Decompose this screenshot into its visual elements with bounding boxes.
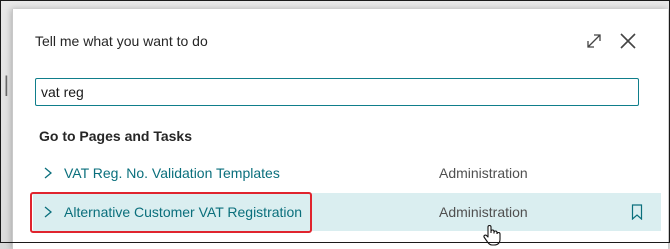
- result-category: Administration: [439, 204, 528, 220]
- result-category: Administration: [439, 165, 528, 181]
- expand-icon: [587, 34, 601, 48]
- close-button[interactable]: [615, 28, 641, 54]
- section-heading: Go to Pages and Tasks: [39, 128, 193, 144]
- result-row-alternative-customer-vat-registration[interactable]: Alternative Customer VAT Registration Ad…: [33, 193, 661, 231]
- chevron-right-icon: [41, 166, 55, 180]
- bookmark-icon[interactable]: [631, 204, 643, 221]
- search-input[interactable]: [35, 78, 639, 106]
- dialog-title: Tell me what you want to do: [35, 33, 208, 49]
- expand-button[interactable]: [581, 28, 607, 54]
- close-icon: [620, 33, 636, 49]
- result-row-vat-reg-no-validation-templates[interactable]: VAT Reg. No. Validation Templates Admini…: [33, 154, 661, 192]
- background-page-edge: |: [3, 72, 10, 96]
- tell-me-dialog: Tell me what you want to do Go to Pages …: [12, 9, 668, 249]
- chevron-right-icon: [41, 205, 55, 219]
- result-label: VAT Reg. No. Validation Templates: [64, 165, 280, 181]
- result-label: Alternative Customer VAT Registration: [64, 204, 303, 220]
